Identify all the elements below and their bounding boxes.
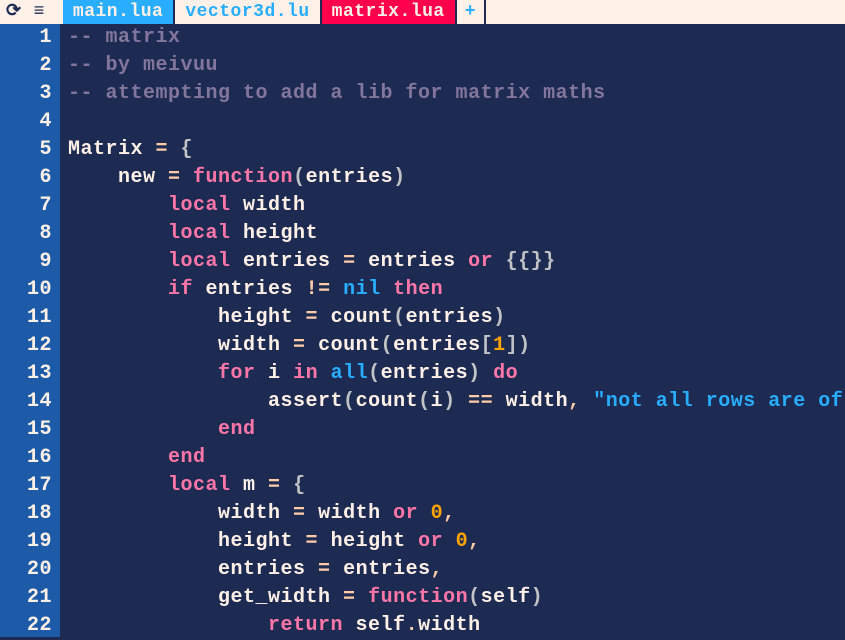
line-number: 11 xyxy=(4,304,52,332)
topbar: ⟳ ≡ main.luavector3d.lumatrix.lua+ xyxy=(0,0,845,24)
code-line: assert(count(i) == width, "not all rows … xyxy=(68,388,845,416)
line-number: 1 xyxy=(4,24,52,52)
code-line: new = function(entries) xyxy=(68,164,845,192)
code-line: height = count(entries) xyxy=(68,304,845,332)
tab-main-lua[interactable]: main.lua xyxy=(63,0,175,24)
line-number: 15 xyxy=(4,416,52,444)
tab-matrix-lua[interactable]: matrix.lua xyxy=(322,0,457,24)
line-number: 19 xyxy=(4,528,52,556)
line-number: 4 xyxy=(4,108,52,136)
line-number: 13 xyxy=(4,360,52,388)
code-area[interactable]: -- matrix-- by meivuu-- attempting to ad… xyxy=(60,24,845,637)
line-number: 9 xyxy=(4,248,52,276)
code-line: end xyxy=(68,416,845,444)
code-line: if entries != nil then xyxy=(68,276,845,304)
code-line: height = height or 0, xyxy=(68,528,845,556)
tab-new[interactable]: + xyxy=(457,0,486,24)
code-line: Matrix = { xyxy=(68,136,845,164)
line-number: 21 xyxy=(4,584,52,612)
line-number: 14 xyxy=(4,388,52,416)
line-number: 22 xyxy=(4,612,52,640)
line-number: 7 xyxy=(4,192,52,220)
line-number: 10 xyxy=(4,276,52,304)
code-line: local height xyxy=(68,220,845,248)
code-line: for i in all(entries) do xyxy=(68,360,845,388)
editor: 12345678910111213141516171819202122 -- m… xyxy=(0,24,845,637)
code-line: width = count(entries[1]) xyxy=(68,332,845,360)
line-number-gutter: 12345678910111213141516171819202122 xyxy=(0,24,60,637)
code-line: end xyxy=(68,444,845,472)
line-number: 2 xyxy=(4,52,52,80)
tab-vector3d-lu[interactable]: vector3d.lu xyxy=(175,0,321,24)
code-line: get_width = function(self) xyxy=(68,584,845,612)
code-line: -- attempting to add a lib for matrix ma… xyxy=(68,80,845,108)
code-line: return self.width xyxy=(68,612,845,637)
tabs-container: main.luavector3d.lumatrix.lua+ xyxy=(63,0,486,24)
code-line: -- matrix xyxy=(68,24,845,52)
line-number: 16 xyxy=(4,444,52,472)
code-line: local m = { xyxy=(68,472,845,500)
refresh-icon[interactable]: ⟳ xyxy=(0,0,28,24)
code-line: -- by meivuu xyxy=(68,52,845,80)
code-line: width = width or 0, xyxy=(68,500,845,528)
line-number: 5 xyxy=(4,136,52,164)
code-line: entries = entries, xyxy=(68,556,845,584)
line-number: 6 xyxy=(4,164,52,192)
code-line xyxy=(68,108,845,136)
code-line: local entries = entries or {{}} xyxy=(68,248,845,276)
code-line: local width xyxy=(68,192,845,220)
line-number: 17 xyxy=(4,472,52,500)
line-number: 3 xyxy=(4,80,52,108)
line-number: 20 xyxy=(4,556,52,584)
line-number: 8 xyxy=(4,220,52,248)
menu-icon[interactable]: ≡ xyxy=(28,0,51,24)
line-number: 18 xyxy=(4,500,52,528)
line-number: 12 xyxy=(4,332,52,360)
